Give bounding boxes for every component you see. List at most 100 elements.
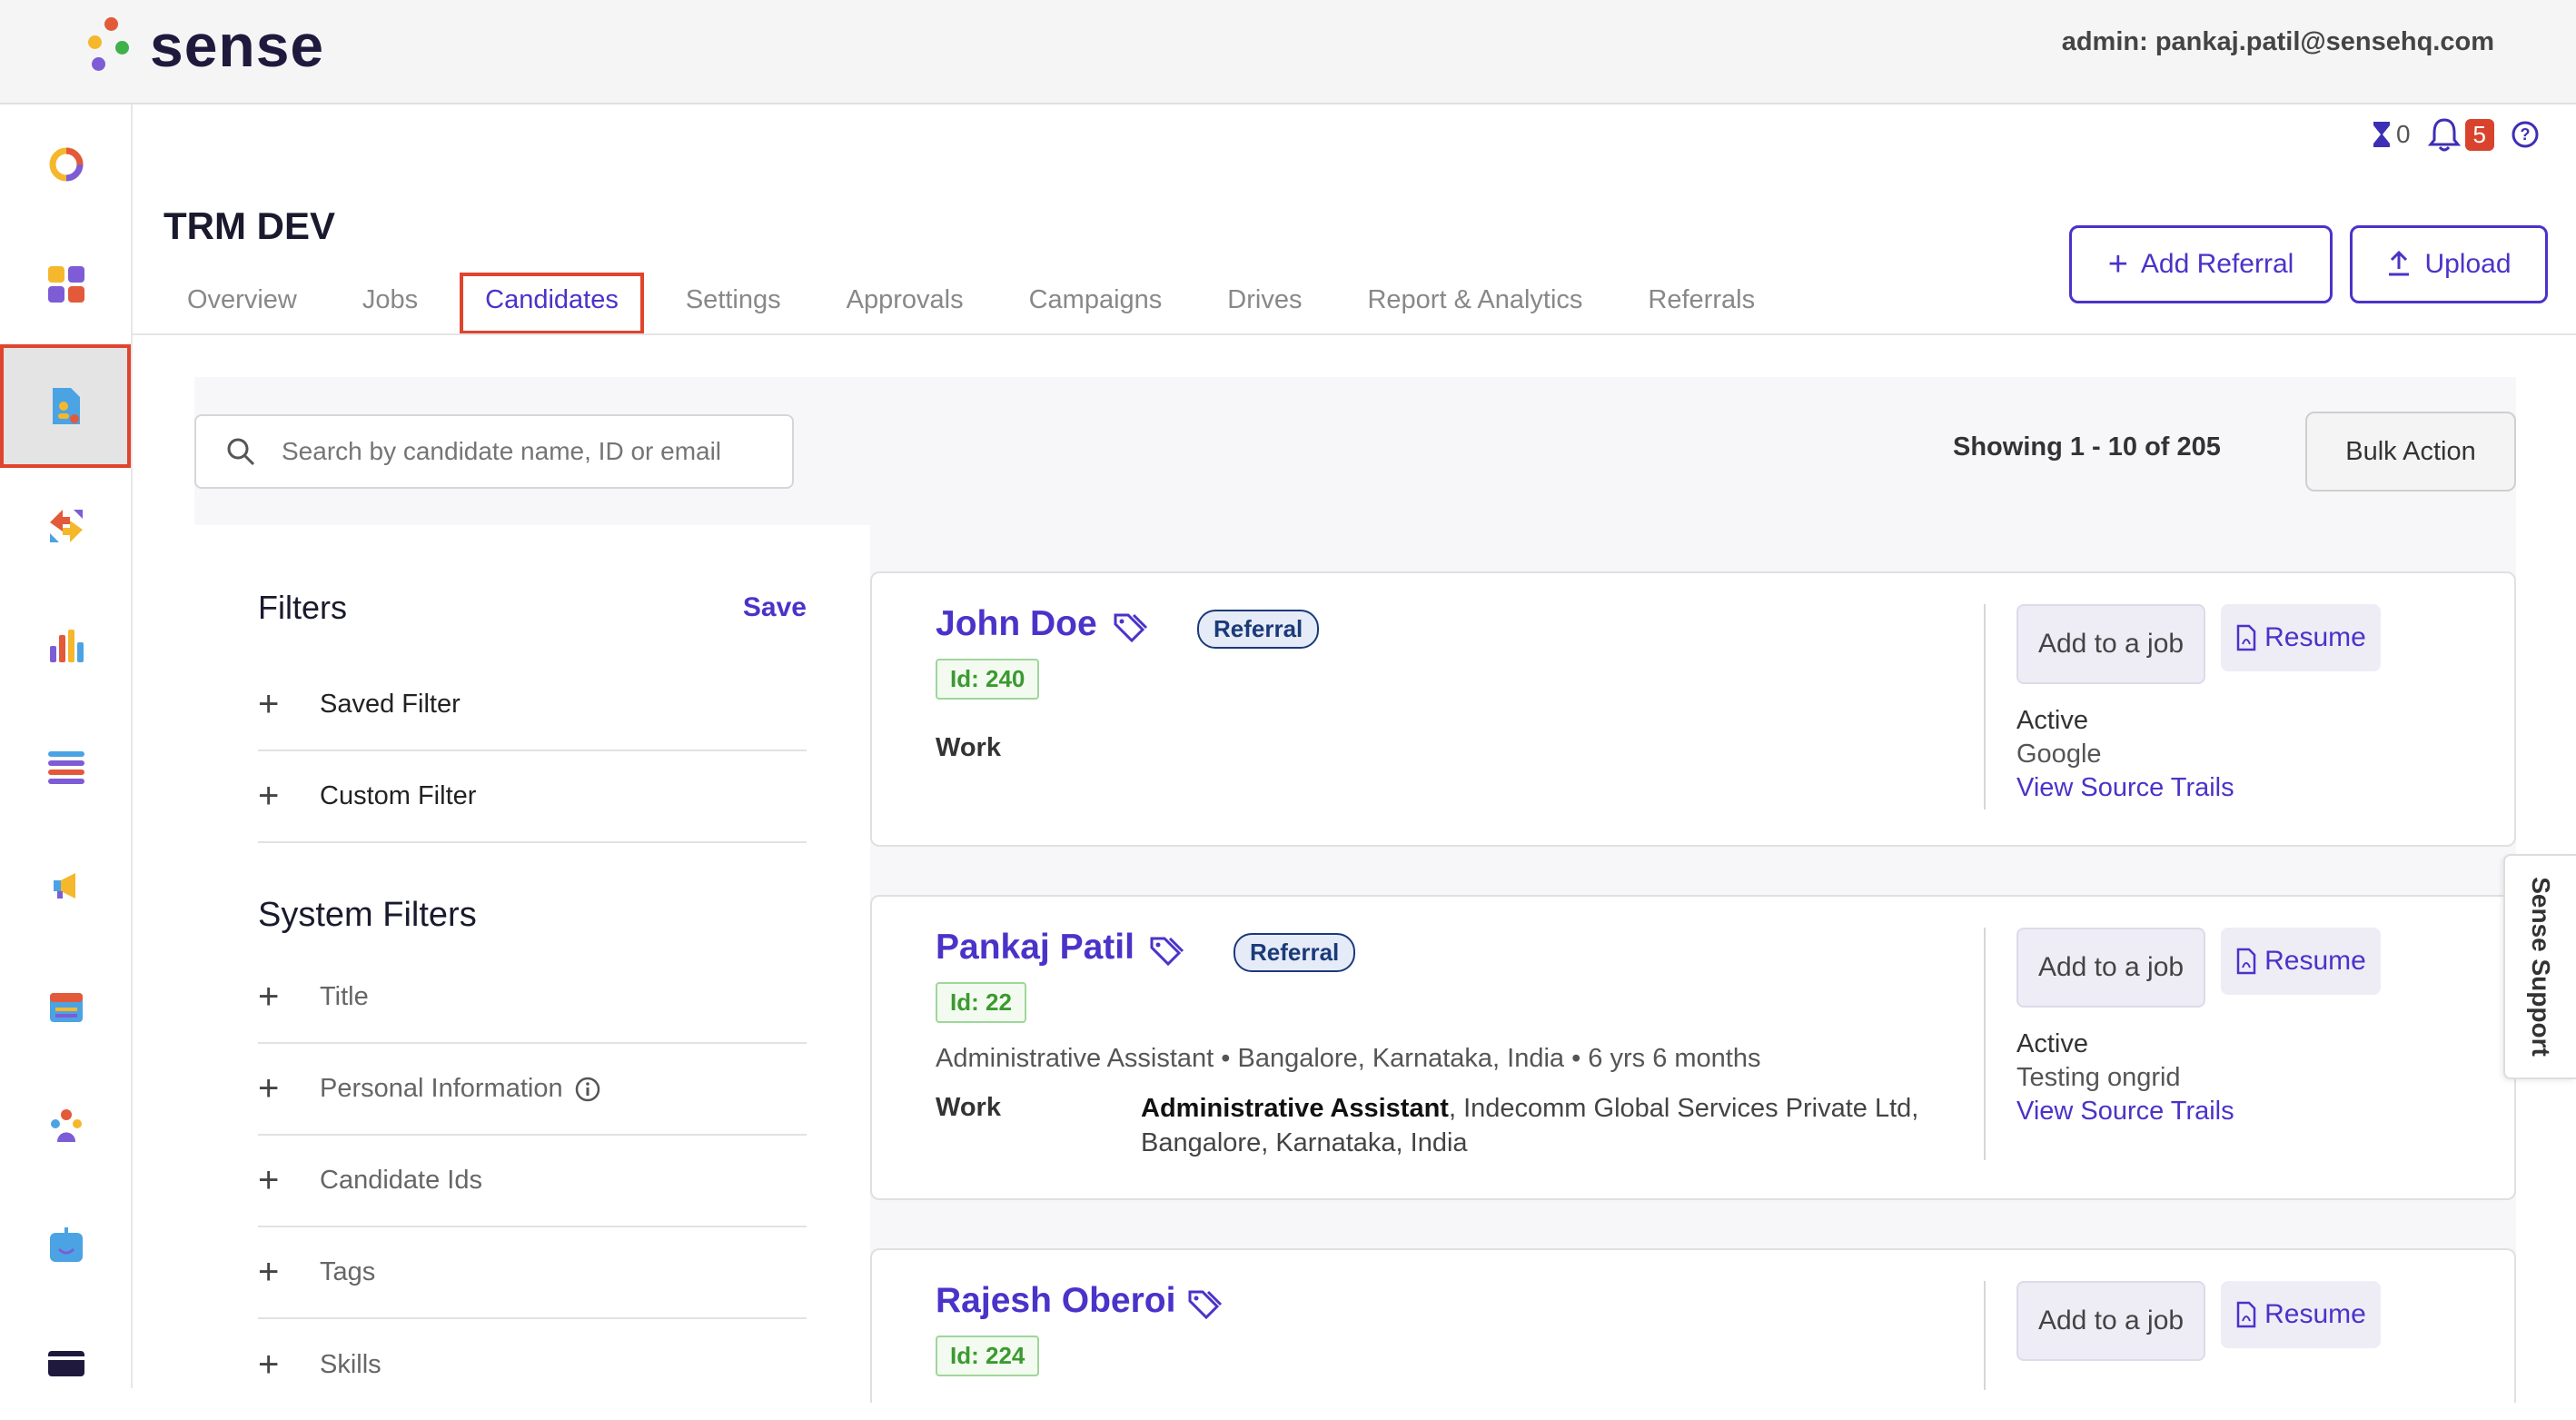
work-detail: Administrative Assistant, Indecomm Globa… — [1141, 1091, 1958, 1160]
bar-chart-icon — [50, 630, 84, 662]
candidate-card: Pankaj Patil Referral Id: 22 Administrat… — [870, 895, 2516, 1200]
rail-item-analytics[interactable] — [0, 588, 133, 704]
candidate-id: Id: 224 — [936, 1336, 1040, 1376]
filters-save-button[interactable]: Save — [743, 592, 807, 623]
resume-label: Resume — [2264, 622, 2366, 652]
tag-icon[interactable] — [1186, 1288, 1223, 1321]
referral-badge: Referral — [1234, 933, 1356, 972]
bell-icon — [2427, 118, 2461, 152]
rail-item-bot[interactable] — [0, 1187, 133, 1304]
rail-item-calendar[interactable] — [0, 948, 133, 1064]
view-source-trails-link[interactable]: View Source Trails — [2016, 771, 2234, 805]
add-referral-button[interactable]: + Add Referral — [2069, 225, 2333, 303]
tab-bar: Overview Jobs Candidates Settings Approv… — [163, 273, 1797, 334]
info-icon[interactable] — [574, 1076, 601, 1103]
list-icon — [48, 751, 84, 784]
candidate-status: Active Testing ongrid View Source Trails — [2016, 1028, 2234, 1128]
filter-candidate-ids[interactable]: + Candidate Ids — [258, 1136, 807, 1227]
wallet-icon — [48, 1351, 84, 1376]
tab-drives[interactable]: Drives — [1204, 273, 1325, 334]
rail-item-campaigns[interactable] — [0, 828, 133, 944]
status-text: Active — [2016, 706, 2088, 735]
candidate-card: John Doe Referral Id: 240 Work Add to a … — [870, 571, 2516, 847]
team-icon — [51, 1109, 82, 1142]
filter-saved[interactable]: + Saved Filter — [258, 660, 807, 751]
status-text: Active — [2016, 1029, 2088, 1058]
help-icon[interactable]: ? — [2511, 120, 2540, 149]
bulk-action-button[interactable]: Bulk Action — [2305, 412, 2516, 492]
filter-skills[interactable]: + Skills — [258, 1319, 807, 1411]
candidate-name[interactable]: Pankaj Patil — [936, 928, 1134, 968]
tab-overview[interactable]: Overview — [163, 273, 321, 334]
left-rail — [0, 104, 133, 1388]
tab-campaigns[interactable]: Campaigns — [1006, 273, 1186, 334]
arrows-exchange-icon — [50, 510, 83, 542]
sense-logo[interactable]: sense — [86, 9, 324, 82]
upload-icon — [2389, 251, 2410, 276]
pending-tasks[interactable]: 0 — [2371, 120, 2411, 149]
rail-item-dashboard[interactable] — [0, 106, 133, 223]
filter-title[interactable]: + Title — [258, 952, 807, 1044]
utility-bar: 0 5 ? — [2371, 116, 2540, 153]
resume-button[interactable]: Resume — [2221, 1281, 2381, 1348]
rail-item-lists[interactable] — [0, 708, 133, 824]
tab-candidates[interactable]: Candidates — [460, 273, 644, 334]
candidate-summary: Administrative Assistant • Bangalore, Ka… — [936, 1044, 1761, 1073]
admin-user[interactable]: admin: pankaj.patil@sensehq.com — [2062, 27, 2494, 57]
work-label: Work — [936, 733, 1001, 762]
rail-item-team[interactable] — [0, 1067, 133, 1184]
rail-item-wallet[interactable] — [0, 1304, 133, 1420]
tab-referrals[interactable]: Referrals — [1624, 273, 1778, 334]
candidate-id: Id: 22 — [936, 982, 1026, 1023]
source-text: Testing ongrid — [2016, 1063, 2181, 1092]
notifications[interactable]: 5 — [2427, 116, 2494, 153]
tag-icon[interactable] — [1112, 611, 1148, 644]
pdf-icon — [2236, 624, 2256, 651]
resume-label: Resume — [2264, 1299, 2366, 1329]
rail-item-transfers[interactable] — [0, 468, 133, 584]
card-divider — [1984, 604, 1986, 809]
resume-button[interactable]: Resume — [2221, 604, 2381, 671]
resume-button[interactable]: Resume — [2221, 928, 2381, 995]
system-filters-title: System Filters — [258, 896, 477, 934]
grid-apps-icon — [48, 266, 84, 303]
upload-button[interactable]: Upload — [2350, 225, 2548, 303]
add-to-job-button[interactable]: Add to a job — [2016, 928, 2205, 1008]
add-to-job-button[interactable]: Add to a job — [2016, 604, 2205, 684]
plus-icon: + — [258, 684, 280, 724]
tag-icon[interactable] — [1148, 935, 1184, 968]
plus-icon: + — [258, 1252, 280, 1292]
tab-report-analytics[interactable]: Report & Analytics — [1343, 273, 1606, 334]
filter-label: Candidate Ids — [320, 1166, 482, 1195]
filter-personal-information[interactable]: + Personal Information — [258, 1044, 807, 1136]
rail-item-candidates[interactable] — [0, 344, 131, 468]
candidate-name[interactable]: Rajesh Oberoi — [936, 1281, 1175, 1321]
tab-approvals[interactable]: Approvals — [823, 273, 987, 334]
pdf-icon — [2236, 1301, 2256, 1328]
filter-label: Tags — [320, 1257, 376, 1286]
tabs-divider — [133, 333, 2576, 335]
view-source-trails-link[interactable]: View Source Trails — [2016, 1095, 2234, 1128]
tab-settings[interactable]: Settings — [662, 273, 805, 334]
rail-item-apps[interactable] — [0, 226, 133, 343]
sense-support-label: Sense Support — [2527, 877, 2555, 1057]
candidate-search — [194, 414, 794, 489]
search-input[interactable] — [280, 436, 770, 467]
chatbot-icon — [50, 1227, 83, 1262]
candidate-card: Rajesh Oberoi Id: 224 Add to a job Resum… — [870, 1248, 2516, 1403]
filter-custom[interactable]: + Custom Filter — [258, 751, 807, 843]
page-title: TRM DEV — [163, 204, 335, 247]
candidate-document-icon — [53, 388, 80, 424]
candidate-name[interactable]: John Doe — [936, 604, 1097, 644]
pending-count: 0 — [2395, 120, 2411, 148]
filters-title: Filters — [258, 589, 347, 626]
logo-text: sense — [150, 12, 325, 79]
referral-badge: Referral — [1197, 610, 1320, 649]
filter-label: Skills — [320, 1350, 381, 1379]
add-to-job-button[interactable]: Add to a job — [2016, 1281, 2205, 1361]
filter-tags[interactable]: + Tags — [258, 1227, 807, 1319]
sense-support-tab[interactable]: Sense Support — [2503, 854, 2576, 1079]
tab-jobs[interactable]: Jobs — [339, 273, 441, 334]
plus-icon: + — [258, 776, 280, 816]
notification-badge: 5 — [2464, 118, 2494, 151]
